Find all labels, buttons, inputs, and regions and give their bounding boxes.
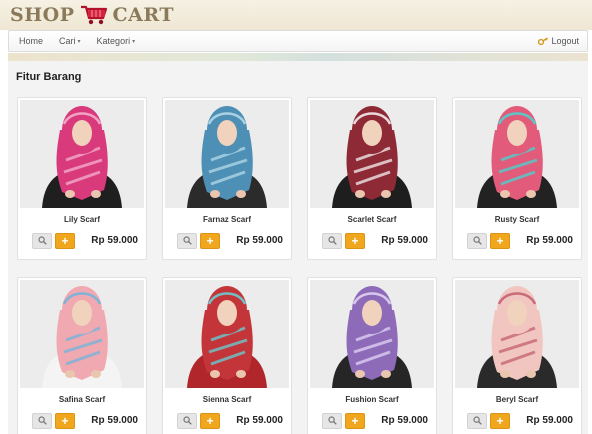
product-card[interactable]: Beryl Scarf + Rp 59.000 <box>452 277 582 434</box>
magnifier-icon <box>472 232 482 250</box>
scarf-model-illustration <box>455 280 579 388</box>
top-navbar: Home Cari ▾ Kategori ▾ Logout <box>8 30 588 52</box>
product-price: Rp 59.000 <box>91 415 138 426</box>
magnifier-icon <box>182 232 192 250</box>
nav-home[interactable]: Home <box>9 36 51 46</box>
product-image[interactable] <box>455 280 579 388</box>
nav-cari-label: Cari <box>59 36 76 46</box>
product-card[interactable]: Sienna Scarf + Rp 59.000 <box>162 277 292 434</box>
product-actions: + <box>322 413 365 429</box>
product-price: Rp 59.000 <box>381 235 428 246</box>
caret-down-icon: ▾ <box>77 38 81 45</box>
logo-word-cart: CART <box>112 4 174 26</box>
scarf-model-illustration <box>20 100 144 208</box>
banner-strip <box>8 53 588 61</box>
product-actions: + <box>32 413 75 429</box>
product-price: Rp 59.000 <box>526 415 573 426</box>
product-image[interactable] <box>20 280 144 388</box>
product-grid: Lily Scarf + Rp 59.000 Farnaz Scarf + Rp… <box>17 97 588 434</box>
product-image[interactable] <box>455 100 579 208</box>
add-to-cart-button[interactable]: + <box>55 233 75 249</box>
scarf-model-illustration <box>165 100 289 208</box>
main-content: Fitur Barang Lily Scarf + Rp 59.000 Farn… <box>8 61 588 434</box>
key-icon <box>538 36 549 46</box>
add-to-cart-button[interactable]: + <box>200 233 220 249</box>
nav-home-label: Home <box>19 36 44 46</box>
logo-word-shop: SHOP <box>10 4 75 26</box>
product-price: Rp 59.000 <box>381 415 428 426</box>
magnifier-icon <box>472 412 482 430</box>
product-price: Rp 59.000 <box>236 235 283 246</box>
product-name[interactable]: Safina Scarf <box>18 395 146 404</box>
magnifier-icon <box>182 412 192 430</box>
scarf-model-illustration <box>165 280 289 388</box>
nav-kategori-label: Kategori <box>96 36 131 46</box>
shopping-cart-icon <box>79 3 109 27</box>
product-card[interactable]: Safina Scarf + Rp 59.000 <box>17 277 147 434</box>
logout-label: Logout <box>551 36 579 46</box>
product-name[interactable]: Sienna Scarf <box>163 395 291 404</box>
scarf-model-illustration <box>310 280 434 388</box>
section-title: Fitur Barang <box>16 71 82 83</box>
add-to-cart-button[interactable]: + <box>55 413 75 429</box>
product-actions: + <box>322 233 365 249</box>
product-actions: + <box>467 413 510 429</box>
zoom-button[interactable] <box>32 413 52 429</box>
product-name[interactable]: Lily Scarf <box>18 215 146 224</box>
magnifier-icon <box>37 232 47 250</box>
product-actions: + <box>467 233 510 249</box>
add-to-cart-button[interactable]: + <box>490 233 510 249</box>
add-to-cart-button[interactable]: + <box>345 233 365 249</box>
zoom-button[interactable] <box>322 233 342 249</box>
site-logo[interactable]: SHOP CART <box>10 3 174 27</box>
scarf-model-illustration <box>455 100 579 208</box>
product-image[interactable] <box>310 100 434 208</box>
zoom-button[interactable] <box>32 233 52 249</box>
scarf-model-illustration <box>20 280 144 388</box>
product-image[interactable] <box>165 280 289 388</box>
add-to-cart-button[interactable]: + <box>345 413 365 429</box>
product-card[interactable]: Rusty Scarf + Rp 59.000 <box>452 97 582 260</box>
product-image[interactable] <box>165 100 289 208</box>
magnifier-icon <box>327 232 337 250</box>
product-price: Rp 59.000 <box>91 235 138 246</box>
add-to-cart-button[interactable]: + <box>200 413 220 429</box>
magnifier-icon <box>37 412 47 430</box>
magnifier-icon <box>327 412 337 430</box>
product-card[interactable]: Lily Scarf + Rp 59.000 <box>17 97 147 260</box>
zoom-button[interactable] <box>467 413 487 429</box>
product-image[interactable] <box>310 280 434 388</box>
caret-down-icon: ▾ <box>132 38 136 45</box>
zoom-button[interactable] <box>467 233 487 249</box>
product-actions: + <box>177 233 220 249</box>
logout-link[interactable]: Logout <box>538 36 587 46</box>
nav-kategori-dropdown[interactable]: Kategori ▾ <box>89 36 144 46</box>
product-card[interactable]: Fushion Scarf + Rp 59.000 <box>307 277 437 434</box>
add-to-cart-button[interactable]: + <box>490 413 510 429</box>
product-name[interactable]: Beryl Scarf <box>453 395 581 404</box>
product-name[interactable]: Scarlet Scarf <box>308 215 436 224</box>
product-actions: + <box>177 413 220 429</box>
product-name[interactable]: Farnaz Scarf <box>163 215 291 224</box>
brand-bar: SHOP CART <box>0 0 592 30</box>
product-name[interactable]: Rusty Scarf <box>453 215 581 224</box>
product-actions: + <box>32 233 75 249</box>
product-card[interactable]: Scarlet Scarf + Rp 59.000 <box>307 97 437 260</box>
product-image[interactable] <box>20 100 144 208</box>
product-name[interactable]: Fushion Scarf <box>308 395 436 404</box>
zoom-button[interactable] <box>322 413 342 429</box>
product-price: Rp 59.000 <box>236 415 283 426</box>
product-price: Rp 59.000 <box>526 235 573 246</box>
scarf-model-illustration <box>310 100 434 208</box>
zoom-button[interactable] <box>177 233 197 249</box>
zoom-button[interactable] <box>177 413 197 429</box>
nav-cari-dropdown[interactable]: Cari ▾ <box>51 36 89 46</box>
product-card[interactable]: Farnaz Scarf + Rp 59.000 <box>162 97 292 260</box>
